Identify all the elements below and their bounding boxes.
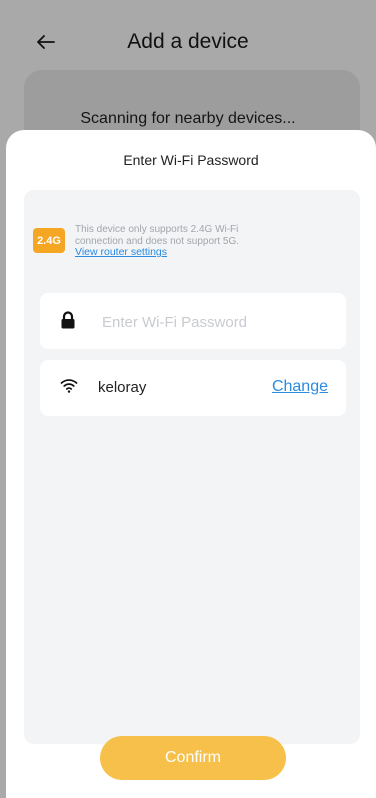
band-badge: 2.4G — [33, 228, 65, 253]
lock-icon — [61, 311, 75, 329]
wifi-password-input[interactable] — [102, 309, 332, 335]
notice-line-1: This device only supports 2.4G Wi-Fi — [75, 224, 239, 235]
notice-line-2: connection and does not support 5G. — [75, 235, 240, 247]
sheet-title: Enter Wi-Fi Password — [123, 152, 259, 168]
sheet-panel — [24, 190, 360, 744]
wifi-network-row: keloray Change — [40, 360, 346, 416]
password-row — [40, 293, 346, 349]
wifi-icon — [60, 379, 78, 393]
scan-status-text: Scanning for nearby devices... — [80, 110, 296, 127]
wifi-password-sheet: Enter Wi-Fi Password 2.4G This device on… — [6, 130, 376, 798]
page-title: Add a device — [127, 30, 249, 53]
view-router-settings-link[interactable]: View router settings — [75, 246, 315, 259]
wifi-ssid: keloray — [98, 379, 147, 396]
confirm-button[interactable]: Confirm — [100, 736, 286, 780]
band-notice: This device only supports 2.4G Wi-Fi con… — [75, 224, 315, 259]
change-network-link[interactable]: Change — [272, 378, 328, 396]
